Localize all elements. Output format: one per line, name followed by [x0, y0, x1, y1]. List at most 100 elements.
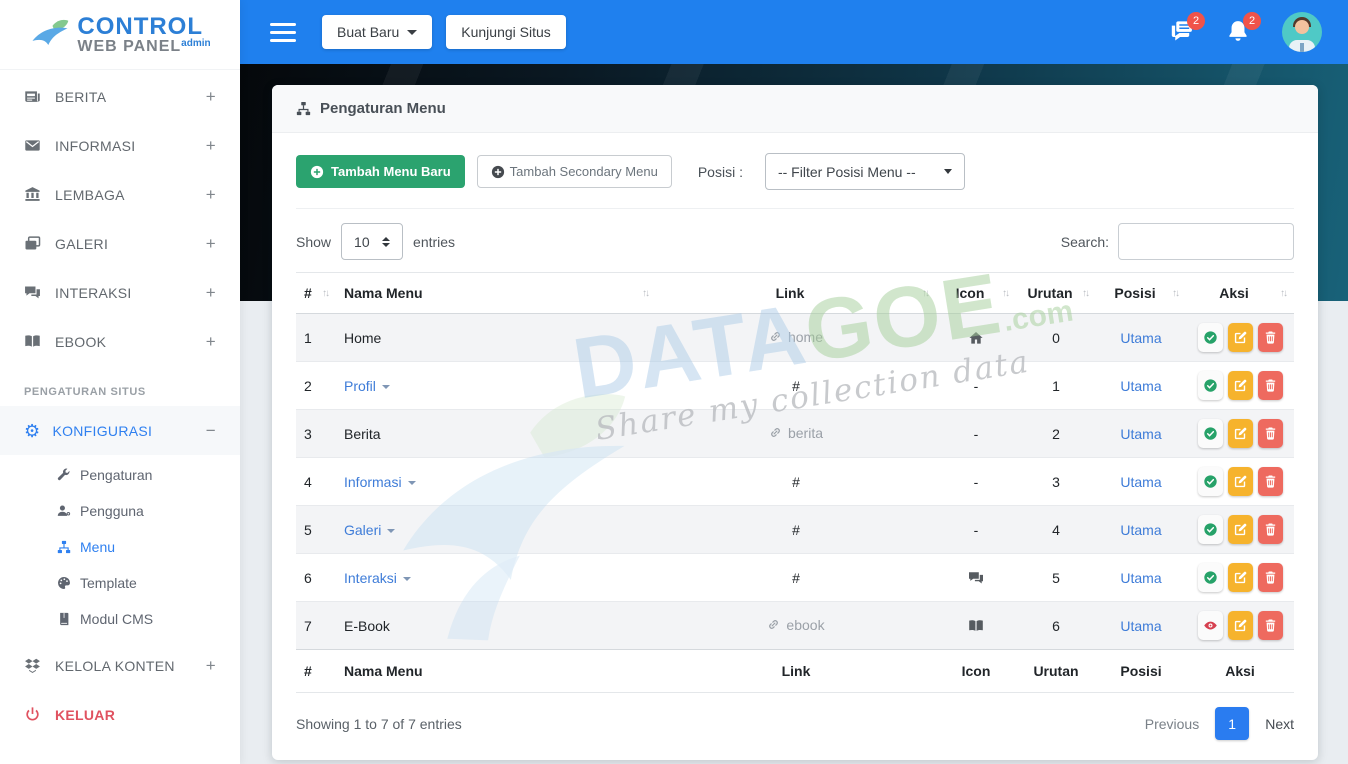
expand-plus-icon[interactable]: +	[206, 234, 216, 254]
edit-button[interactable]	[1228, 611, 1253, 640]
expand-plus-icon[interactable]: +	[206, 656, 216, 676]
menu-name-link[interactable]: Informasi	[344, 474, 416, 490]
column-header-num[interactable]: ↑↓#	[296, 273, 336, 314]
search-input[interactable]	[1118, 223, 1294, 260]
edit-button[interactable]	[1228, 515, 1253, 544]
card-header: Pengaturan Menu	[272, 85, 1318, 133]
edit-button[interactable]	[1228, 467, 1253, 496]
submenu-item-template[interactable]: Template	[0, 565, 240, 601]
status-hidden-button[interactable]	[1198, 611, 1223, 640]
posisi-link[interactable]: Utama	[1120, 426, 1161, 442]
link-icon	[767, 618, 780, 631]
posisi-link[interactable]: Utama	[1120, 378, 1161, 394]
urutan-cell: 5	[1016, 554, 1096, 602]
table-header-row: ↑↓# ↑↓Nama Menu ↑↓Link ↑↓Icon ↑↓Urutan ↑…	[296, 273, 1294, 314]
column-header-posisi[interactable]: ↑↓Posisi	[1096, 273, 1186, 314]
status-active-button[interactable]	[1198, 419, 1223, 448]
collapse-minus-icon[interactable]: −	[206, 421, 216, 441]
sidebar-item-galeri[interactable]: GALERI +	[0, 219, 240, 268]
column-header-aksi[interactable]: ↑↓Aksi	[1186, 273, 1294, 314]
page-length-select[interactable]: 10	[341, 223, 403, 260]
footer-header-aksi: Aksi	[1186, 650, 1294, 693]
delete-button[interactable]	[1258, 419, 1283, 448]
expand-plus-icon[interactable]: +	[206, 185, 216, 205]
user-avatar[interactable]	[1282, 12, 1322, 52]
posisi-cell: Utama	[1096, 362, 1186, 410]
edit-icon	[1233, 474, 1248, 489]
submenu-item-modul-cms[interactable]: Modul CMS	[0, 601, 240, 637]
edit-button[interactable]	[1228, 371, 1253, 400]
expand-plus-icon[interactable]: +	[206, 332, 216, 352]
menu-name-link[interactable]: Galeri	[344, 522, 395, 538]
comments-icon	[968, 570, 984, 586]
posisi-link[interactable]: Utama	[1120, 618, 1161, 634]
column-header-link[interactable]: ↑↓Link	[656, 273, 936, 314]
gallery-folder-icon	[24, 235, 41, 252]
column-header-urutan[interactable]: ↑↓Urutan	[1016, 273, 1096, 314]
submenu-item-pengaturan[interactable]: Pengaturan	[0, 457, 240, 493]
posisi-link[interactable]: Utama	[1120, 474, 1161, 490]
posisi-link[interactable]: Utama	[1120, 522, 1161, 538]
add-menu-button[interactable]: Tambah Menu Baru	[296, 155, 465, 188]
delete-button[interactable]	[1258, 323, 1283, 352]
column-header-nama-menu[interactable]: ↑↓Nama Menu	[336, 273, 656, 314]
position-filter-select[interactable]: -- Filter Posisi Menu --	[765, 153, 965, 190]
sidebar-item-lembaga[interactable]: LEMBAGA +	[0, 170, 240, 219]
status-active-button[interactable]	[1198, 323, 1223, 352]
posisi-link[interactable]: Utama	[1120, 570, 1161, 586]
expand-plus-icon[interactable]: +	[206, 283, 216, 303]
expand-plus-icon[interactable]: +	[206, 87, 216, 107]
posisi-cell: Utama	[1096, 314, 1186, 362]
notifications-button[interactable]: 2	[1226, 19, 1252, 45]
status-active-button[interactable]	[1198, 515, 1223, 544]
menu-name-link[interactable]: Interaksi	[344, 570, 411, 586]
brand-logo[interactable]: CONTROL WEB PANELadmin	[0, 0, 240, 70]
sidebar-item-interaksi[interactable]: INTERAKSI +	[0, 268, 240, 317]
edit-button[interactable]	[1228, 323, 1253, 352]
delete-button[interactable]	[1258, 611, 1283, 640]
sidebar-item-ebook[interactable]: EBOOK +	[0, 317, 240, 366]
messages-button[interactable]: 2	[1170, 19, 1196, 45]
delete-button[interactable]	[1258, 371, 1283, 400]
status-active-button[interactable]	[1198, 563, 1223, 592]
urutan-cell: 2	[1016, 410, 1096, 458]
table-row: 5 Galeri # - 4 Utama	[296, 506, 1294, 554]
sidebar-item-kelola-konten[interactable]: KELOLA KONTEN +	[0, 641, 240, 690]
pagination-next[interactable]: Next	[1265, 716, 1294, 732]
sidebar-item-keluar[interactable]: KELUAR	[0, 690, 240, 739]
edit-button[interactable]	[1228, 563, 1253, 592]
status-active-button[interactable]	[1198, 371, 1223, 400]
pagination-previous[interactable]: Previous	[1145, 716, 1199, 732]
edit-icon	[1233, 330, 1248, 345]
hamburger-menu-icon[interactable]	[270, 18, 296, 47]
submenu-item-menu[interactable]: Menu	[0, 529, 240, 565]
column-header-icon[interactable]: ↑↓Icon	[936, 273, 1016, 314]
create-new-button[interactable]: Buat Baru	[322, 15, 432, 49]
pagination-page-1[interactable]: 1	[1215, 707, 1249, 740]
delete-button[interactable]	[1258, 563, 1283, 592]
visit-site-button[interactable]: Kunjungi Situs	[446, 15, 566, 49]
check-circle-icon	[1203, 330, 1218, 345]
open-book-icon	[968, 618, 984, 634]
edit-button[interactable]	[1228, 419, 1253, 448]
delete-button[interactable]	[1258, 467, 1283, 496]
open-book-icon	[24, 333, 41, 350]
sidebar-item-berita[interactable]: BERITA +	[0, 72, 240, 121]
toolbar: Tambah Menu Baru Tambah Secondary Menu P…	[296, 153, 1294, 190]
status-active-button[interactable]	[1198, 467, 1223, 496]
sidebar-item-informasi[interactable]: INFORMASI +	[0, 121, 240, 170]
submenu-item-pengguna[interactable]: Pengguna	[0, 493, 240, 529]
add-secondary-menu-button[interactable]: Tambah Secondary Menu	[477, 155, 672, 188]
menu-name-link[interactable]: Profil	[344, 378, 390, 394]
sidebar: CONTROL WEB PANELadmin BERITA + INFORMAS…	[0, 0, 240, 764]
brand-text: CONTROL WEB PANELadmin	[77, 15, 210, 55]
konfigurasi-submenu: Pengaturan Pengguna Menu Template Modul …	[0, 455, 240, 641]
create-new-label: Buat Baru	[337, 24, 399, 40]
check-circle-icon	[1203, 378, 1218, 393]
delete-button[interactable]	[1258, 515, 1283, 544]
posisi-link[interactable]: Utama	[1120, 330, 1161, 346]
sidebar-item-label: LEMBAGA	[55, 187, 125, 203]
position-filter-value: -- Filter Posisi Menu --	[778, 164, 916, 180]
sidebar-item-konfigurasi[interactable]: ⚙ KONFIGURASI −	[0, 406, 240, 455]
expand-plus-icon[interactable]: +	[206, 136, 216, 156]
